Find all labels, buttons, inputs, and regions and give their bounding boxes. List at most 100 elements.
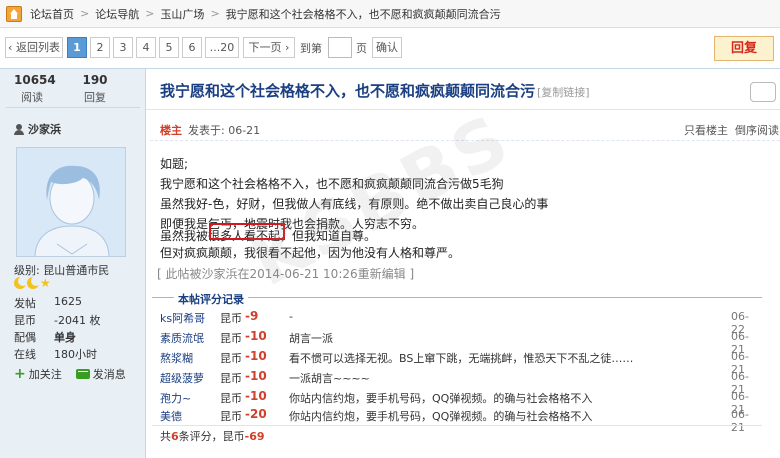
rater-name[interactable]: 孢力~ <box>160 390 191 406</box>
floor-label: 楼主 <box>160 124 182 137</box>
rating-currency: 昆币 <box>220 312 242 325</box>
only-owner-link[interactable]: 只看楼主 <box>684 122 728 138</box>
rating-row: 素质流氓 昆币 -10 胡言一派 06-21 <box>152 327 762 356</box>
post-line: 但对疯疯颠颠，我很看不起他，因为他没有人格和尊严。 <box>160 246 461 260</box>
star-icon: ★ <box>40 276 51 290</box>
rating-score: -10 <box>245 389 267 403</box>
follow-label: 加关注 <box>28 368 62 381</box>
rater-name[interactable]: 超级菠萝 <box>160 370 204 386</box>
breadcrumb-separator: > <box>145 7 155 20</box>
rating-score: -10 <box>245 329 267 343</box>
rating-score: -20 <box>245 407 267 421</box>
message-label: 发消息 <box>92 368 126 381</box>
replies-label: 回复 <box>84 91 106 104</box>
breadcrumb-forum-nav[interactable]: 论坛导航 <box>95 6 139 22</box>
edit-note: [ 此帖被沙家浜在2014-06-21 10:26重新编辑 ] <box>157 267 415 281</box>
page-button-5[interactable]: 5 <box>159 37 179 58</box>
rater-name[interactable]: 美德 <box>160 408 182 424</box>
rating-currency: 昆币 <box>220 392 242 405</box>
author-sidebar: 10654 阅读 190 回复 沙家浜 级别: 昆山普通市民 ★ 发帖 1625… <box>0 69 146 458</box>
side-toggle-button[interactable] <box>750 82 776 102</box>
avatar[interactable] <box>16 147 126 257</box>
summary-middle: 条评分，昆币 <box>178 430 245 443</box>
views-label: 阅读 <box>21 91 43 104</box>
info-value: 180小时 <box>54 348 97 361</box>
author-name[interactable]: 沙家浜 <box>28 121 61 137</box>
user-level: 级别: 昆山普通市民 <box>14 264 110 277</box>
info-label: 配偶 <box>14 331 36 344</box>
rating-row: 孢力~ 昆币 -10 你站内信约炮，要手机号码，QQ弹视频。的确与社会格格不入 … <box>152 387 762 416</box>
page-button-3[interactable]: 3 <box>113 37 133 58</box>
views-stat: 10654 阅读 <box>14 73 56 105</box>
rating-currency: 昆币 <box>220 332 242 345</box>
plus-icon: + <box>14 366 26 382</box>
rating-currency: 昆币 <box>220 352 242 365</box>
summary-prefix: 共 <box>160 430 171 443</box>
rating-reason: 一派胡言~~~~ <box>289 372 370 385</box>
next-page-button[interactable]: 下一页 › <box>243 37 295 58</box>
rating-currency: 昆币 <box>220 410 242 423</box>
rating-title: 本帖评分记录 <box>174 291 248 307</box>
breadcrumb-separator: > <box>210 7 220 20</box>
replies-count: 190 <box>82 73 108 87</box>
page-button-last[interactable]: ...20 <box>205 37 239 58</box>
reverse-order-link[interactable]: 倒序阅读 <box>735 122 779 138</box>
post-container: 10654 阅读 190 回复 沙家浜 级别: 昆山普通市民 ★ 发帖 1625… <box>0 68 780 458</box>
home-icon[interactable] <box>6 5 22 22</box>
post-date: 发表于: 06-21 <box>188 124 261 137</box>
page-button-1[interactable]: 1 <box>67 37 87 58</box>
message-button[interactable]: 发消息 <box>75 366 126 382</box>
rating-row: 超级菠萝 昆币 -10 一派胡言~~~~ 06-21 <box>152 367 762 396</box>
rating-reason: 胡言一派 <box>289 332 333 345</box>
summary-count: 6 <box>171 430 179 443</box>
replies-stat: 190 回复 <box>80 73 110 105</box>
page-button-2[interactable]: 2 <box>90 37 110 58</box>
rating-score: -10 <box>245 349 267 363</box>
rating-reason: 看不惯可以选择无视。BS上窜下跳，无端挑衅，惟恐天下不乱之徒…… <box>289 352 634 365</box>
highlight-box <box>209 223 285 240</box>
breadcrumb: 论坛首页 > 论坛导航 > 玉山广场 > 我宁愿和这个社会格格不入，也不愿和疯疯… <box>0 0 780 28</box>
info-label: 在线 <box>14 348 36 361</box>
back-to-list-button[interactable]: ‹ 返回列表 <box>5 37 63 58</box>
info-value: 1625 <box>54 295 82 308</box>
divider <box>150 140 780 141</box>
breadcrumb-board[interactable]: 玉山广场 <box>160 6 204 22</box>
post-line: 虽然我好-色，好财，但我做人有底线，有原则。绝不做出卖自己良心的事 <box>160 197 549 211</box>
rating-row: 美德 昆币 -20 你站内信约炮，要手机号码，QQ弹视频。的确与社会格格不入 0… <box>152 405 762 434</box>
pagination: ‹ 返回列表 1 2 3 4 5 6 ...20 下一页 › 到第 页 确认 <box>0 34 780 62</box>
page-button-6[interactable]: 6 <box>182 37 202 58</box>
breadcrumb-forum-home[interactable]: 论坛首页 <box>30 6 74 22</box>
page-button-4[interactable]: 4 <box>136 37 156 58</box>
page-unit-label: 页 <box>356 42 367 55</box>
page-number-input[interactable] <box>328 37 352 58</box>
info-label: 昆币 <box>14 314 36 327</box>
confirm-button[interactable]: 确认 <box>372 37 402 58</box>
moon-icon <box>14 276 28 289</box>
level-badges: ★ <box>14 276 51 290</box>
author-actions: + 加关注 发消息 <box>14 366 126 382</box>
reply-button[interactable]: 回复 <box>714 36 774 61</box>
rating-score: -10 <box>245 369 267 383</box>
follow-button[interactable]: + 加关注 <box>14 366 62 382</box>
copy-link-button[interactable]: [复制链接] <box>537 84 590 100</box>
rating-reason: 你站内信约炮，要手机号码，QQ弹视频。的确与社会格格不入 <box>289 392 593 405</box>
rater-name[interactable]: 熬浆糊 <box>160 350 193 366</box>
rating-reason: - <box>289 310 293 323</box>
rater-name[interactable]: ks阿希哥 <box>160 310 205 326</box>
rating-reason: 你站内信约炮，要手机号码，QQ弹视频。的确与社会格格不入 <box>289 410 593 423</box>
author-name-row: 沙家浜 <box>14 121 61 137</box>
info-label: 发帖 <box>14 297 36 310</box>
user-icon <box>14 123 24 135</box>
thread-stats: 10654 阅读 190 回复 <box>0 69 146 104</box>
breadcrumb-thread[interactable]: 我宁愿和这个社会格格不入，也不愿和疯疯颠颠同流合污 <box>226 6 501 22</box>
divider <box>146 109 780 110</box>
rater-name[interactable]: 素质流氓 <box>160 330 204 346</box>
rating-score: -9 <box>245 309 259 323</box>
rating-summary: 共6条评分，昆币-69 <box>152 425 762 447</box>
goto-label: 到第 <box>300 42 322 55</box>
divider <box>6 107 140 108</box>
rating-row: ks阿希哥 昆币 -9 - 06-22 <box>152 307 762 336</box>
summary-total: -69 <box>244 430 265 443</box>
info-value: 单身 <box>54 331 76 344</box>
rating-currency: 昆币 <box>220 372 242 385</box>
